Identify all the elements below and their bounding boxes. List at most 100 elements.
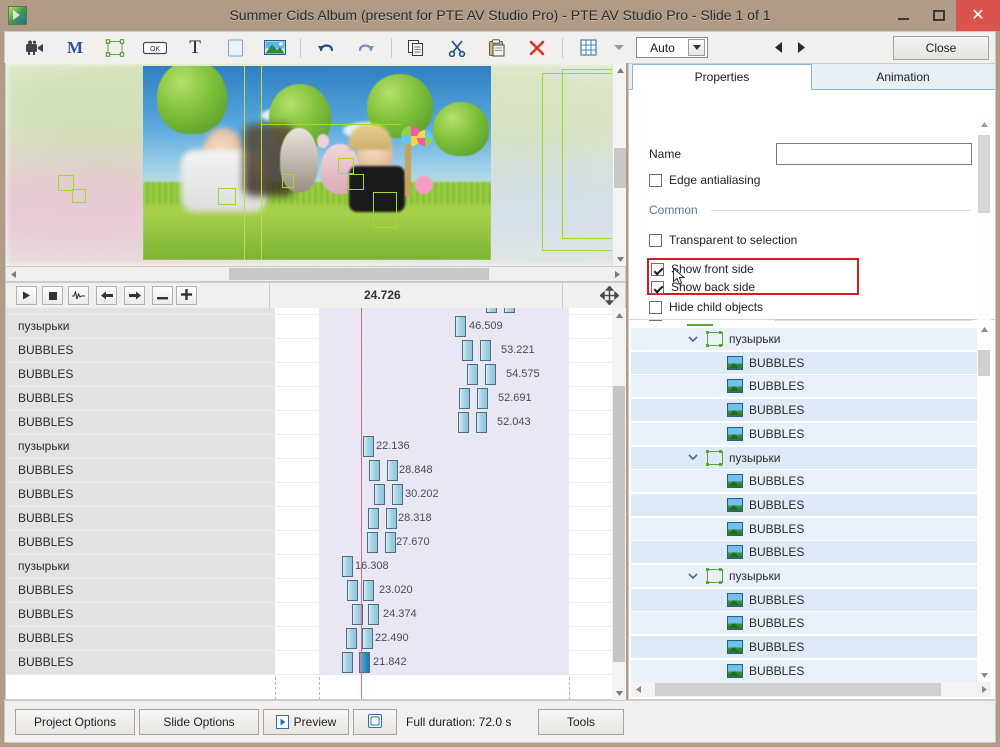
timeline-row[interactable]: BUBBLES53.221 bbox=[6, 339, 626, 363]
minimize-button[interactable] bbox=[884, 0, 922, 31]
timeline-clip[interactable] bbox=[476, 412, 487, 433]
object-selection-box[interactable] bbox=[373, 192, 397, 228]
rectangle-icon[interactable] bbox=[215, 33, 255, 63]
scroll-right-icon[interactable] bbox=[977, 683, 991, 697]
slide-options-button[interactable]: Slide Options bbox=[139, 709, 259, 735]
transparent-to-selection-checkbox[interactable] bbox=[649, 234, 662, 247]
timeline-row[interactable]: BUBBLES21.842 bbox=[6, 651, 626, 675]
timeline-row[interactable]: BUBBLES59.049 bbox=[6, 308, 626, 315]
tree-item-row[interactable]: BUBBLES bbox=[631, 399, 977, 422]
close-window-button[interactable]: ✕ bbox=[956, 0, 1000, 31]
timeline-clip[interactable] bbox=[362, 628, 373, 649]
timeline-row-lane[interactable] bbox=[319, 435, 569, 458]
timeline-row-lane[interactable] bbox=[319, 315, 569, 338]
timeline-clip[interactable] bbox=[477, 388, 488, 409]
timeline-clip[interactable] bbox=[385, 532, 396, 553]
tree-scroll-track[interactable] bbox=[645, 683, 977, 696]
tree-item-row[interactable]: BUBBLES bbox=[631, 470, 977, 493]
timeline-clip[interactable] bbox=[480, 340, 491, 361]
stop-button[interactable] bbox=[42, 286, 63, 305]
timeline-vertical-scrollbar[interactable] bbox=[612, 308, 626, 700]
next-slide-button[interactable] bbox=[790, 35, 812, 61]
timeline-row[interactable]: BUBBLES30.202 bbox=[6, 483, 626, 507]
play-button[interactable] bbox=[16, 286, 37, 305]
cut-icon[interactable] bbox=[437, 33, 477, 63]
preview-horizontal-scrollbar[interactable] bbox=[5, 266, 626, 282]
redo-icon[interactable] bbox=[346, 33, 386, 63]
scroll-down-icon[interactable] bbox=[612, 686, 626, 700]
scroll-down-icon[interactable] bbox=[977, 668, 991, 682]
timeline-clip[interactable] bbox=[485, 364, 496, 385]
timeline-clip[interactable] bbox=[387, 460, 398, 481]
tree-item-row[interactable]: BUBBLES bbox=[631, 636, 977, 659]
project-options-button[interactable]: Project Options bbox=[15, 709, 135, 735]
timeline-row[interactable]: BUBBLES28.848 bbox=[6, 459, 626, 483]
tab-properties[interactable]: Properties bbox=[632, 64, 812, 90]
timeline-row-lane[interactable] bbox=[319, 308, 569, 314]
timeline-row[interactable]: BUBBLES27.670 bbox=[6, 531, 626, 555]
move-icon[interactable] bbox=[596, 284, 622, 306]
next-keyframe-button[interactable] bbox=[124, 286, 145, 305]
scroll-up-icon[interactable] bbox=[977, 117, 991, 131]
zoom-out-button[interactable] bbox=[152, 286, 173, 305]
scroll-left-icon[interactable] bbox=[6, 267, 21, 281]
scroll-up-icon[interactable] bbox=[612, 308, 626, 322]
undo-icon[interactable] bbox=[306, 33, 346, 63]
show-front-side-checkbox[interactable] bbox=[651, 263, 664, 276]
tree-item-row[interactable]: BUBBLES bbox=[631, 541, 977, 564]
timeline-row-lane[interactable] bbox=[319, 531, 569, 554]
timeline-clip[interactable] bbox=[342, 652, 353, 673]
tree-item-row[interactable]: BUBBLES bbox=[631, 494, 977, 517]
timeline-row-lane[interactable] bbox=[319, 507, 569, 530]
timeline-clip[interactable] bbox=[368, 604, 379, 625]
object-selection-box[interactable] bbox=[218, 188, 236, 205]
timeline-clip[interactable] bbox=[374, 484, 385, 505]
show-back-side-checkbox[interactable] bbox=[651, 281, 664, 294]
timeline-row-lane[interactable] bbox=[319, 459, 569, 482]
zoom-level-select[interactable]: Auto bbox=[636, 37, 708, 58]
tree-item-row[interactable]: BUBBLES bbox=[631, 612, 977, 635]
timeline-row[interactable]: пузырьки16.308 bbox=[6, 555, 626, 579]
timeline-row-lane[interactable] bbox=[319, 411, 569, 434]
chevron-down-icon[interactable] bbox=[687, 333, 699, 345]
objects-tree[interactable]: пузырькиBUBBLESBUBBLESBUBBLESBUBBLESпузы… bbox=[629, 321, 995, 699]
timeline-row[interactable]: BUBBLES52.043 bbox=[6, 411, 626, 435]
timeline-clip[interactable] bbox=[346, 628, 357, 649]
timeline-row[interactable]: BUBBLES23.020 bbox=[6, 579, 626, 603]
mask-m-icon[interactable]: M bbox=[55, 33, 95, 63]
chevron-down-icon[interactable] bbox=[608, 33, 630, 63]
timeline-clip[interactable] bbox=[467, 364, 478, 385]
slide-preview[interactable] bbox=[5, 63, 626, 266]
tree-vertical-scrollbar[interactable] bbox=[977, 322, 991, 682]
add-image-icon[interactable] bbox=[255, 33, 295, 63]
tree-group-row[interactable]: пузырьки bbox=[631, 447, 977, 470]
timeline-clip[interactable] bbox=[455, 316, 466, 337]
frame-select-icon[interactable] bbox=[95, 33, 135, 63]
tree-item-row[interactable]: BUBBLES bbox=[631, 518, 977, 541]
zoom-in-button[interactable] bbox=[176, 286, 197, 305]
timeline-clip[interactable] bbox=[363, 436, 374, 457]
timeline-row[interactable]: пузырьки46.509 bbox=[6, 315, 626, 339]
previous-keyframe-button[interactable] bbox=[96, 286, 117, 305]
properties-vertical-scrollbar[interactable] bbox=[977, 117, 991, 345]
delete-icon[interactable] bbox=[517, 33, 557, 63]
chevron-down-icon[interactable] bbox=[687, 452, 699, 464]
tab-animation[interactable]: Animation bbox=[814, 64, 992, 90]
preview-hscroll-thumb[interactable] bbox=[229, 268, 489, 280]
waveform-button[interactable] bbox=[68, 286, 89, 305]
timeline-scroll-thumb[interactable] bbox=[613, 386, 625, 662]
timeline-clip[interactable] bbox=[462, 340, 473, 361]
timeline-row[interactable]: пузырьки22.136 bbox=[6, 435, 626, 459]
timeline-clip[interactable] bbox=[504, 308, 515, 313]
object-selection-box[interactable] bbox=[282, 174, 294, 188]
timeline-clip[interactable] bbox=[386, 508, 397, 529]
timeline-playhead[interactable] bbox=[361, 308, 362, 700]
timeline-clip[interactable] bbox=[367, 532, 378, 553]
tree-hscroll-thumb[interactable] bbox=[655, 683, 941, 696]
tree-group-row[interactable]: пузырьки bbox=[631, 328, 977, 351]
preview-scroll-thumb[interactable] bbox=[614, 148, 626, 188]
timeline-clip[interactable] bbox=[347, 580, 358, 601]
grid-icon[interactable] bbox=[568, 33, 608, 63]
timeline-clip[interactable] bbox=[368, 508, 379, 529]
video-camera-icon[interactable] bbox=[15, 33, 55, 63]
